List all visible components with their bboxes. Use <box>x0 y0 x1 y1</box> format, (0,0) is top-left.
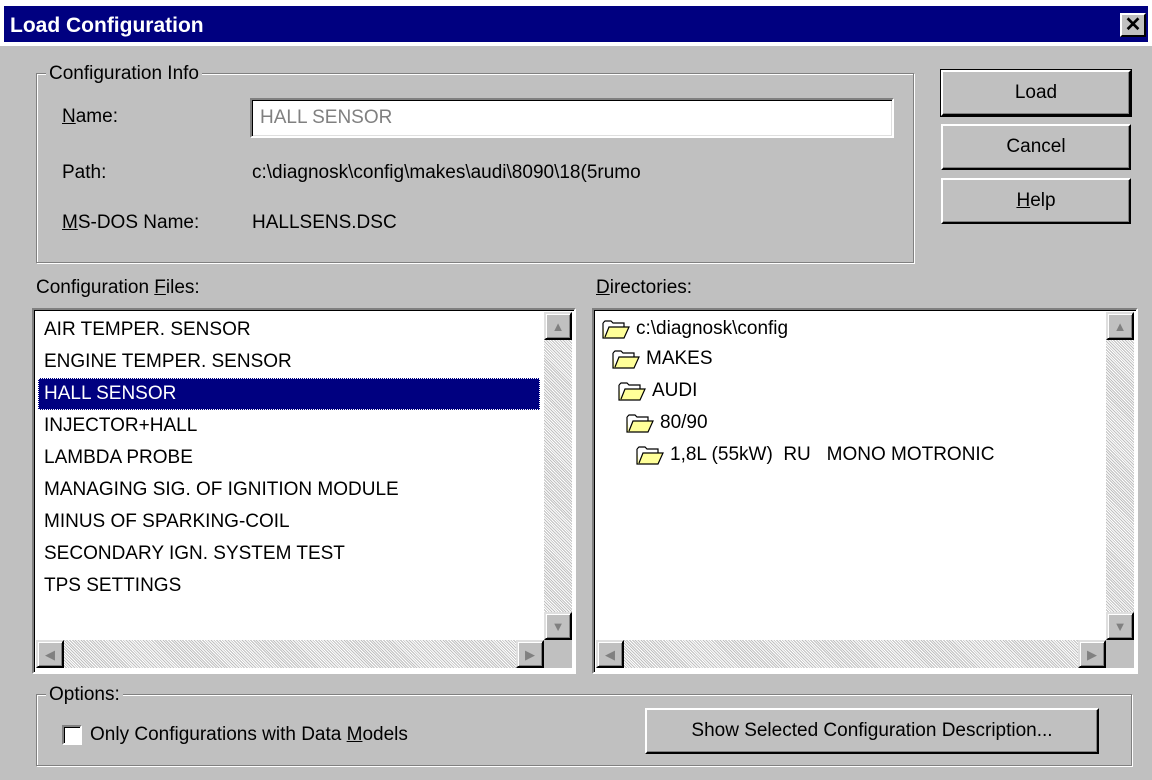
left-arrow-icon: ◀ <box>605 646 615 662</box>
directory-item[interactable]: 1,8L (55kW) RU MONO MOTRONIC <box>636 440 994 470</box>
dirs-scroll-up-button[interactable]: ▲ <box>1106 312 1134 340</box>
up-arrow-icon: ▲ <box>551 318 565 334</box>
data-models-checkbox-label[interactable]: Only Configurations with Data Models <box>90 724 408 746</box>
dirs-scroll-corner <box>1106 640 1134 668</box>
open-folder-icon <box>612 350 640 369</box>
close-button[interactable]: ✕ <box>1120 13 1146 37</box>
msdos-name-label: MS-DOS Name: <box>62 212 200 233</box>
path-label: Path: <box>62 162 107 183</box>
dirs-vertical-scrollbar[interactable] <box>1106 312 1134 640</box>
open-folder-icon <box>626 414 654 433</box>
files-scroll-left-button[interactable]: ◀ <box>36 640 64 668</box>
directory-item[interactable]: MAKES <box>612 344 713 374</box>
directories-label: Directories: <box>596 277 693 298</box>
list-item[interactable]: AIR TEMPER. SENSOR <box>40 314 251 346</box>
show-description-button[interactable]: Show Selected Configuration Description.… <box>645 708 1099 754</box>
list-item-selected[interactable]: HALL SENSOR <box>38 378 540 410</box>
files-horizontal-scrollbar[interactable] <box>36 640 544 668</box>
cancel-button[interactable]: Cancel <box>941 124 1131 170</box>
configuration-info-legend: Configuration Info <box>46 63 202 85</box>
list-item[interactable]: INJECTOR+HALL <box>40 410 197 442</box>
list-item[interactable]: SECONDARY IGN. SYSTEM TEST <box>40 538 345 570</box>
list-item[interactable]: MANAGING SIG. OF IGNITION MODULE <box>40 474 399 506</box>
directory-label: c:\diagnosk\config <box>636 318 789 339</box>
files-scroll-right-button[interactable]: ▶ <box>516 640 544 668</box>
dirs-horizontal-scrollbar[interactable] <box>596 640 1106 668</box>
dirs-scroll-down-button[interactable]: ▼ <box>1106 612 1134 640</box>
left-arrow-icon: ◀ <box>45 646 55 662</box>
dirs-scroll-right-button[interactable]: ▶ <box>1078 640 1106 668</box>
open-folder-icon <box>636 446 664 465</box>
window-title: Load Configuration <box>10 14 204 37</box>
configuration-files-list[interactable]: AIR TEMPER. SENSOR ENGINE TEMPER. SENSOR… <box>32 308 576 674</box>
data-models-checkbox[interactable] <box>62 725 82 745</box>
path-value: c:\diagnosk\config\makes\audi\8090\18(5r… <box>252 162 641 183</box>
directory-label: 1,8L (55kW) RU MONO MOTRONIC <box>670 444 995 465</box>
files-scroll-up-button[interactable]: ▲ <box>544 312 572 340</box>
dirs-scroll-left-button[interactable]: ◀ <box>596 640 624 668</box>
list-item[interactable]: MINUS OF SPARKING-COIL <box>40 506 290 538</box>
right-arrow-icon: ▶ <box>1087 646 1097 662</box>
list-item[interactable]: ENGINE TEMPER. SENSOR <box>40 346 292 378</box>
files-scroll-down-button[interactable]: ▼ <box>544 612 572 640</box>
down-arrow-icon: ▼ <box>551 618 565 634</box>
directory-item[interactable]: c:\diagnosk\config <box>602 314 788 344</box>
options-legend: Options: <box>46 684 123 706</box>
help-button[interactable]: Help <box>941 178 1131 224</box>
msdos-name-value: HALLSENS.DSC <box>252 212 397 233</box>
name-field-value[interactable]: HALL SENSOR <box>260 107 392 129</box>
directory-item[interactable]: AUDI <box>618 376 697 406</box>
list-item[interactable]: TPS SETTINGS <box>40 570 181 602</box>
files-scroll-corner <box>544 640 572 668</box>
directory-label: 80/90 <box>660 412 708 433</box>
title-bar: Load Configuration ✕ <box>0 0 1152 46</box>
list-item[interactable]: LAMBDA PROBE <box>40 442 193 474</box>
configuration-files-label: Configuration Files: <box>36 277 200 298</box>
down-arrow-icon: ▼ <box>1113 618 1127 634</box>
load-button[interactable]: Load <box>940 69 1132 117</box>
open-folder-icon <box>618 382 646 401</box>
directory-label: AUDI <box>652 380 698 401</box>
directory-label: MAKES <box>646 348 713 369</box>
files-vertical-scrollbar[interactable] <box>544 312 572 640</box>
close-icon: ✕ <box>1124 14 1142 36</box>
directories-tree[interactable]: c:\diagnosk\config MAKES AUDI 80/90 1,8L… <box>592 308 1138 674</box>
right-arrow-icon: ▶ <box>525 646 535 662</box>
name-field[interactable]: HALL SENSOR <box>250 98 894 138</box>
up-arrow-icon: ▲ <box>1113 318 1127 334</box>
name-label: Name: <box>62 106 118 127</box>
open-folder-icon <box>602 320 630 339</box>
directory-item[interactable]: 80/90 <box>626 408 708 438</box>
